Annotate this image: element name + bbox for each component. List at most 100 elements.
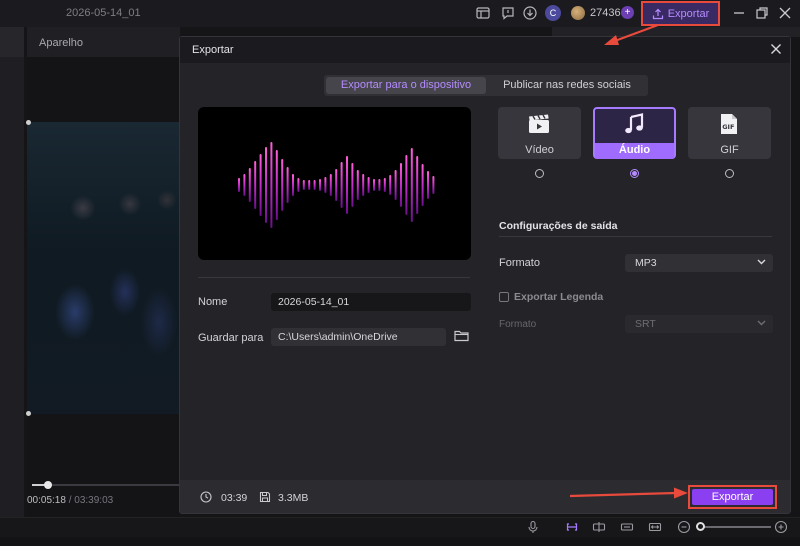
export-subtitle-row[interactable]: Exportar Legenda xyxy=(499,291,603,303)
waveform-bar xyxy=(400,163,402,207)
audio-preview xyxy=(198,107,471,260)
project-title: 2026-05-14_01 xyxy=(66,7,141,19)
waveform-bar xyxy=(394,170,397,200)
waveform-bar xyxy=(346,156,348,214)
format-card-gif[interactable]: GIF GIF xyxy=(688,107,771,159)
waveform-bar xyxy=(389,175,392,195)
video-frame xyxy=(27,122,180,414)
subtitle-format-label: Formato xyxy=(499,319,537,330)
playback-progress[interactable] xyxy=(32,481,182,489)
waveform-bar xyxy=(421,164,424,206)
waveform-bar xyxy=(292,174,294,196)
caption-icon[interactable] xyxy=(620,520,634,534)
waveform-bar xyxy=(275,150,278,220)
credits-coin-icon xyxy=(571,6,585,20)
close-icon[interactable] xyxy=(770,43,782,55)
waveform-bar xyxy=(259,154,262,216)
split-icon[interactable] xyxy=(592,520,606,534)
tab-publish-social[interactable]: Publicar nas redes sociais xyxy=(488,77,646,94)
waveform-bar xyxy=(265,147,267,223)
top-export-label: Exportar xyxy=(667,7,710,20)
total-time: / 03:39:03 xyxy=(68,495,114,506)
playback-time: 00:05:18 / 03:39:03 xyxy=(27,495,113,506)
waveform-bar xyxy=(351,163,354,207)
waveform-bar xyxy=(313,180,316,190)
waveform-bar xyxy=(340,162,343,208)
format-card-audio[interactable]: Áudio xyxy=(593,107,676,159)
svg-text:GIF: GIF xyxy=(722,123,734,131)
subtitle-format-select[interactable]: SRT xyxy=(625,315,773,333)
microphone-icon[interactable] xyxy=(526,520,540,534)
crop-handle-bottom[interactable] xyxy=(26,411,31,416)
download-icon[interactable] xyxy=(522,5,538,21)
crop-handle-top[interactable] xyxy=(26,120,31,125)
waveform-bar xyxy=(427,171,429,199)
waveform-bar xyxy=(373,179,375,191)
save-path-input[interactable]: C:\Users\admin\OneDrive xyxy=(271,328,446,346)
export-button-highlight: Exportar xyxy=(688,485,777,509)
waveform-bar xyxy=(329,174,332,196)
export-button[interactable]: Exportar xyxy=(692,489,773,505)
waveform-bar xyxy=(416,156,419,214)
title-bar: 2026-05-14_01 C 27436 + Exportar xyxy=(0,0,800,27)
gif-icon: GIF xyxy=(717,113,741,135)
waveform-bar xyxy=(405,155,408,215)
close-app-icon[interactable] xyxy=(777,5,793,21)
credits-count: 27436 xyxy=(590,7,621,19)
top-export-button[interactable]: Exportar xyxy=(641,1,720,26)
output-settings-title: Configurações de saída xyxy=(499,220,618,232)
timeline-ruler xyxy=(0,537,800,546)
dialog-title: Exportar xyxy=(192,44,234,56)
format-label-audio: Áudio xyxy=(618,144,651,156)
zoom-knob[interactable] xyxy=(696,522,705,531)
waveform-bar xyxy=(297,178,300,192)
zoom-out-icon[interactable] xyxy=(677,520,691,534)
format-select-value: MP3 xyxy=(635,257,657,269)
waveform-bar xyxy=(248,168,251,202)
waveform-bar xyxy=(286,167,289,203)
add-credits-button[interactable]: + xyxy=(621,6,634,19)
waveform-bar xyxy=(270,142,273,228)
zoom-in-icon[interactable] xyxy=(774,520,788,534)
waveform-bar xyxy=(254,161,257,209)
feedback-icon[interactable] xyxy=(500,5,516,21)
export-subtitle-checkbox[interactable] xyxy=(499,292,509,302)
format-select[interactable]: MP3 xyxy=(625,254,773,272)
fit-icon[interactable] xyxy=(648,520,662,534)
radio-audio[interactable] xyxy=(630,169,639,178)
radio-video[interactable] xyxy=(535,169,544,178)
dialog-body: Exportar para o dispositivo Publicar nas… xyxy=(180,63,790,480)
format-card-video[interactable]: Vídeo xyxy=(498,107,581,159)
waveform-bar xyxy=(335,169,338,201)
waveform-bar xyxy=(243,174,246,196)
waveform-bar xyxy=(367,177,370,193)
minimize-icon[interactable] xyxy=(731,5,747,21)
export-mode-tabs: Exportar para o dispositivo Publicar nas… xyxy=(324,75,648,96)
link-icon[interactable] xyxy=(565,520,579,534)
layout-icon[interactable] xyxy=(475,5,491,21)
progress-knob[interactable] xyxy=(44,481,52,489)
music-note-icon xyxy=(622,113,646,135)
player-tab[interactable]: Aparelho xyxy=(27,27,180,57)
waveform-bar xyxy=(238,178,240,192)
user-avatar[interactable]: C xyxy=(545,5,561,21)
save-to-label: Guardar para xyxy=(198,332,264,344)
waveform-bar xyxy=(383,178,386,192)
video-icon xyxy=(527,113,551,135)
tab-export-device[interactable]: Exportar para o dispositivo xyxy=(326,77,486,94)
name-input[interactable]: 2026-05-14_01 xyxy=(271,293,471,311)
left-panel-tab xyxy=(0,27,24,57)
zoom-slider[interactable] xyxy=(696,522,771,531)
save-disk-icon xyxy=(259,491,271,503)
restore-icon[interactable] xyxy=(754,5,770,21)
radio-gif[interactable] xyxy=(725,169,734,178)
upload-icon xyxy=(652,8,663,19)
export-dialog: Exportar Exportar para o dispositivo Pub… xyxy=(179,36,791,514)
subtitle-format-value: SRT xyxy=(635,318,656,330)
waveform-bar xyxy=(319,179,321,191)
dialog-footer: 03:39 3.3MB Exportar xyxy=(180,480,790,513)
duration: 03:39 xyxy=(221,492,248,504)
file-size: 3.3MB xyxy=(278,492,309,504)
dialog-header: Exportar xyxy=(180,37,790,63)
folder-icon[interactable] xyxy=(454,329,469,342)
